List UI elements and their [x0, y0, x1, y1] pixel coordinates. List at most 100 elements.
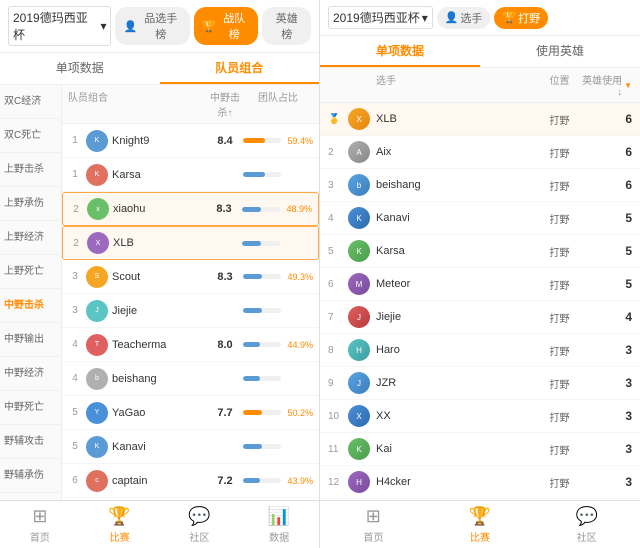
rpr-name: Jiejie [376, 311, 537, 323]
stat-value: 8.4 [207, 135, 243, 147]
rpr-name: Karsa [376, 245, 537, 257]
player-name: Teacherma [112, 339, 207, 351]
nav-data-left[interactable]: 📊 数据 [239, 501, 319, 548]
nav-match-right[interactable]: 🏆 比赛 [427, 501, 534, 548]
player-avatar: J [86, 300, 108, 322]
nav-home-right[interactable]: ⊞ 首页 [320, 501, 427, 548]
sub-tab-combo[interactable]: 队员组合 [160, 53, 320, 84]
stat-value: 7.7 [207, 407, 243, 419]
player-row[interactable]: 4 b beishang [62, 362, 319, 396]
rth-avatar-space [348, 72, 376, 98]
player-avatar: S [86, 266, 108, 288]
rank-num: 1 [68, 169, 82, 180]
nav-home-left[interactable]: ⊞ 首页 [0, 501, 80, 548]
player-name: YaGao [112, 407, 207, 419]
right-player-row[interactable]: 12 H H4cker 打野 3 [320, 466, 640, 499]
data-icon-left: 📊 [268, 506, 290, 527]
stat-label-item: 上野击杀 [0, 153, 61, 187]
player-row[interactable]: 2 X XLB [62, 226, 319, 260]
rpr-count: 5 [582, 244, 632, 258]
rpr-rank: 9 [328, 378, 348, 389]
bar-fill [243, 274, 262, 279]
nav-match-left[interactable]: 🏆 比赛 [80, 501, 160, 548]
right-player-row[interactable]: 5 K Karsa 打野 5 [320, 235, 640, 268]
right-player-row[interactable]: 11 K Kai 打野 3 [320, 433, 640, 466]
player-row[interactable]: 2 x xiaohu 8.3 48.9% [62, 192, 319, 226]
tournament-name-right: 2019德玛西亚杯 [333, 9, 420, 26]
bar-wrap [243, 410, 281, 415]
tab-team-rank[interactable]: 🏆 战队榜 [194, 7, 258, 45]
player-row[interactable]: 1 K Knight9 8.4 59.4% [62, 124, 319, 158]
players-list: 1 K Knight9 8.4 59.4% 1 K Karsa 2 x xi [62, 124, 319, 500]
rpr-rank: 5 [328, 246, 348, 257]
player-avatar: K [86, 130, 108, 152]
pct-label: 43.9% [283, 476, 313, 486]
right-table-header: 选手 位置 英雄使用↓ ▼ [320, 68, 640, 103]
rpr-name: Meteor [376, 278, 537, 290]
tournament-select-right[interactable]: 2019德玛西亚杯 ▾ [328, 6, 433, 29]
right-player-row[interactable]: 7 J Jiejie 打野 4 [320, 301, 640, 334]
bar-wrap [242, 207, 280, 212]
player-row[interactable]: 3 J Jiejie [62, 294, 319, 328]
sub-tab-single[interactable]: 单项数据 [0, 53, 160, 84]
stat-label-item: 野辅攻击 [0, 425, 61, 459]
tab-player-rank-right[interactable]: 👤 选手 [437, 7, 491, 29]
player-name: Scout [112, 271, 207, 283]
bar-wrap [243, 274, 281, 279]
bar-fill [243, 444, 262, 449]
left-panel: 2019德玛西亚杯 ▾ 👤 品选手榜 🏆 战队榜 英雄榜 单项数据 队员组合 [0, 0, 320, 500]
player-row[interactable]: 6 c captain 7.2 43.9% [62, 464, 319, 498]
rpr-role: 打野 [537, 145, 582, 160]
player-row[interactable]: 3 S Scout 8.3 49.3% [62, 260, 319, 294]
bar-container: 44.9% [243, 340, 313, 350]
player-row[interactable]: 5 Y YaGao 7.7 50.2% [62, 396, 319, 430]
player-row[interactable]: 4 T Teacherma 8.0 44.9% [62, 328, 319, 362]
tournament-select-left[interactable]: 2019德玛西亚杯 ▾ [8, 6, 111, 46]
rpr-rank: 12 [328, 477, 348, 488]
right-player-row[interactable]: 🥇 X XLB 打野 6 [320, 103, 640, 136]
player-avatar: Y [86, 402, 108, 424]
right-player-row[interactable]: 4 K Kanavi 打野 5 [320, 202, 640, 235]
rth-role: 位置 [537, 72, 582, 98]
rpr-avatar: A [348, 141, 376, 163]
player-row[interactable]: 5 K Kanavi [62, 430, 319, 464]
rpr-rank: 3 [328, 180, 348, 191]
right-player-row[interactable]: 6 M Meteor 打野 5 [320, 268, 640, 301]
pct-label: 48.9% [282, 204, 312, 214]
rpr-role: 打野 [537, 376, 582, 391]
tab-player-rank-left[interactable]: 👤 品选手榜 [115, 7, 190, 45]
rpr-role: 打野 [537, 343, 582, 358]
tab-hero-rank-right[interactable]: 🏆 打野 [494, 7, 548, 29]
nav-community-left[interactable]: 💬 社区 [160, 501, 240, 548]
right-sub-tab-hero[interactable]: 使用英雄 [480, 36, 640, 67]
right-sub-tab-single[interactable]: 单项数据 [320, 36, 480, 67]
right-sub-tabs: 单项数据 使用英雄 [320, 36, 640, 68]
bar-container: 59.4% [243, 136, 313, 146]
table-header: 队员组合 中野击杀↑ 团队占比 [62, 85, 319, 124]
right-player-row[interactable]: 3 b beishang 打野 6 [320, 169, 640, 202]
rpr-avatar: K [348, 240, 376, 262]
rpr-avatar: H [348, 339, 376, 361]
player-name: Kanavi [112, 441, 207, 453]
right-player-row[interactable]: 2 A Aix 打野 6 [320, 136, 640, 169]
community-icon-right: 💬 [575, 506, 597, 527]
left-content: 双C经济双C死亡上野击杀上野承伤上野经济上野死亡中野击杀中野输出中野经济中野死亡… [0, 85, 319, 500]
player-avatar: b [86, 368, 108, 390]
right-player-row[interactable]: 8 H Haro 打野 3 [320, 334, 640, 367]
stat-label-item: 野辅死亡 [0, 493, 61, 500]
rpr-role: 打野 [537, 244, 582, 259]
home-icon-left: ⊞ [32, 506, 47, 527]
bar-wrap [243, 308, 281, 313]
player-avatar: T [86, 334, 108, 356]
player-row[interactable]: 1 K Karsa [62, 158, 319, 192]
rank-num: 1 [68, 135, 82, 146]
right-player-row[interactable]: 10 X XX 打野 3 [320, 400, 640, 433]
right-player-row[interactable]: 9 J JZR 打野 3 [320, 367, 640, 400]
nav-community-right[interactable]: 💬 社区 [533, 501, 640, 548]
tab-hero-rank[interactable]: 英雄榜 [262, 7, 311, 45]
rpr-count: 3 [582, 409, 632, 423]
rpr-avatar: X [348, 405, 376, 427]
rpr-role: 打野 [537, 442, 582, 457]
rpr-role: 打野 [537, 277, 582, 292]
trophy-icon: 🏆 [202, 20, 216, 33]
